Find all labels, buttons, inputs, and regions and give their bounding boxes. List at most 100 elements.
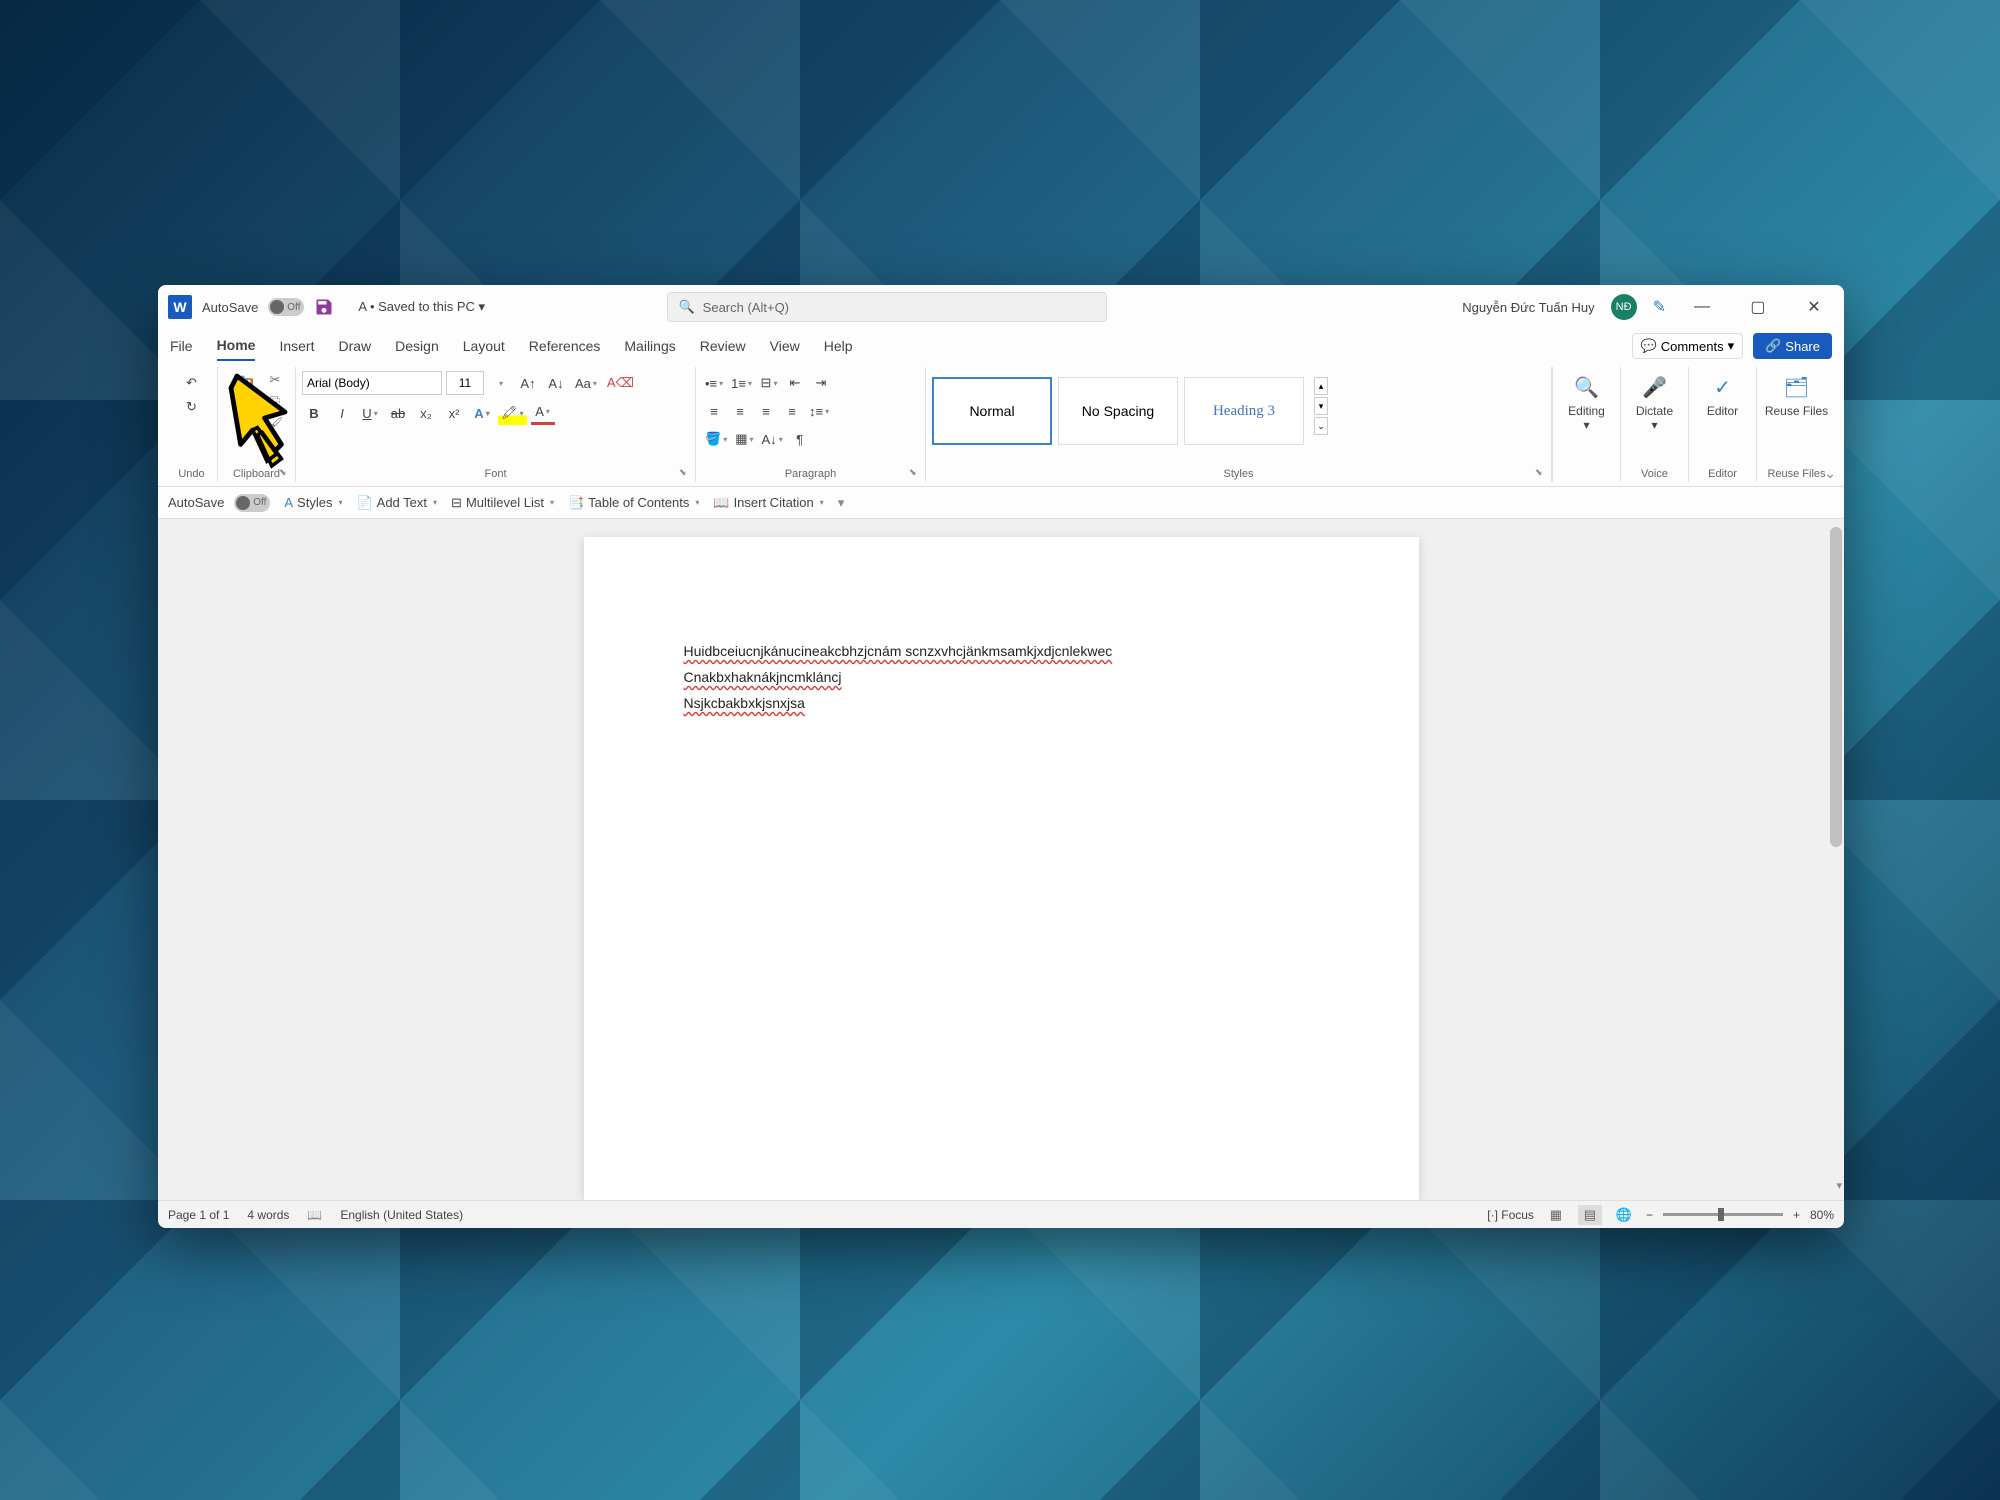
- zoom-out-button[interactable]: −: [1646, 1208, 1653, 1222]
- shrink-font-icon[interactable]: A↓: [544, 371, 568, 395]
- user-name[interactable]: Nguyễn Đức Tuấn Huy: [1462, 300, 1594, 315]
- line-spacing-icon[interactable]: ↕≡: [806, 399, 832, 423]
- close-button[interactable]: ✕: [1794, 292, 1834, 322]
- styles-up-icon[interactable]: ▴: [1314, 377, 1328, 395]
- font-expand-icon[interactable]: ⬊: [679, 467, 691, 479]
- grow-font-icon[interactable]: A↑: [516, 371, 540, 395]
- justify-icon[interactable]: ≡: [780, 399, 804, 423]
- bold-button[interactable]: B: [302, 401, 326, 425]
- show-marks-icon[interactable]: ¶: [788, 427, 812, 451]
- underline-button[interactable]: U: [358, 401, 382, 425]
- qat-citation[interactable]: 📖 Insert Citation: [713, 495, 823, 511]
- minimize-button[interactable]: —: [1682, 292, 1722, 322]
- indent-right-icon[interactable]: ⇥: [809, 371, 833, 395]
- bullets-icon[interactable]: •≡: [702, 371, 726, 395]
- qat-toc[interactable]: 📑 Table of Contents: [568, 495, 699, 511]
- page-count[interactable]: Page 1 of 1: [168, 1208, 229, 1222]
- sort-icon[interactable]: A↓: [759, 427, 786, 451]
- ribbon-collapse-icon[interactable]: ⌄: [1824, 465, 1836, 482]
- redo-button[interactable]: ↻: [172, 395, 211, 419]
- tab-home[interactable]: Home: [217, 331, 256, 361]
- highlight-icon[interactable]: 🖍: [498, 401, 527, 425]
- tab-layout[interactable]: Layout: [463, 332, 505, 360]
- qat-overflow-icon[interactable]: ▾: [838, 495, 845, 511]
- zoom-in-button[interactable]: +: [1793, 1208, 1800, 1222]
- share-button[interactable]: 🔗 Share: [1753, 333, 1832, 359]
- clipboard-expand-icon[interactable]: ⬊: [279, 467, 291, 479]
- dictate-button[interactable]: 🎤 Dictate▾ Voice: [1620, 367, 1688, 482]
- qat-add-text[interactable]: 📄 Add Text: [356, 495, 437, 511]
- tab-design[interactable]: Design: [395, 332, 439, 360]
- web-layout-icon[interactable]: 🌐: [1612, 1205, 1636, 1225]
- copy-icon[interactable]: ⎘: [266, 393, 284, 411]
- paragraph-expand-icon[interactable]: ⬊: [909, 467, 921, 479]
- document-title[interactable]: A • Saved to this PC ▾: [358, 299, 485, 315]
- document-line[interactable]: Nsjkcbakbxkjsnxjsa: [684, 695, 1319, 711]
- font-name-select[interactable]: [302, 371, 442, 395]
- document-area[interactable]: Huidbceiucnjkánucineakcbhzjcnám scnzxvhc…: [158, 519, 1844, 1200]
- spellcheck-icon[interactable]: 📖: [307, 1208, 322, 1222]
- superscript-button[interactable]: x²: [442, 401, 466, 425]
- text-effects-icon[interactable]: A: [470, 401, 494, 425]
- maximize-button[interactable]: ▢: [1738, 292, 1778, 322]
- tab-file[interactable]: File: [170, 332, 193, 360]
- search-input[interactable]: 🔍 Search (Alt+Q): [667, 292, 1107, 322]
- qat-multilevel[interactable]: ⊟ Multilevel List: [451, 495, 554, 511]
- clipboard-icon: 📋: [228, 375, 258, 404]
- align-right-icon[interactable]: ≡: [754, 399, 778, 423]
- tab-help[interactable]: Help: [824, 332, 853, 360]
- read-mode-icon[interactable]: ▦: [1544, 1205, 1568, 1225]
- tab-insert[interactable]: Insert: [279, 332, 314, 360]
- indent-left-icon[interactable]: ⇤: [783, 371, 807, 395]
- zoom-level[interactable]: 80%: [1810, 1208, 1834, 1222]
- strikethrough-button[interactable]: ab: [386, 401, 410, 425]
- pen-icon[interactable]: ✎: [1653, 297, 1666, 317]
- style-heading3[interactable]: Heading 3: [1184, 377, 1304, 445]
- editor-button[interactable]: ✓ Editor Editor: [1688, 367, 1756, 482]
- tab-mailings[interactable]: Mailings: [624, 332, 675, 360]
- align-center-icon[interactable]: ≡: [728, 399, 752, 423]
- font-size-select[interactable]: [446, 371, 484, 395]
- editing-button[interactable]: 🔍 Editing▾: [1552, 367, 1620, 482]
- document-line[interactable]: Cnakbxhaknákjncmkláncj: [684, 669, 1319, 685]
- qat-styles[interactable]: A Styles: [284, 495, 342, 510]
- format-painter-icon[interactable]: 🖌: [266, 415, 284, 433]
- numbering-icon[interactable]: 1≡: [728, 371, 755, 395]
- qat-autosave-toggle[interactable]: Off: [234, 494, 270, 512]
- borders-icon[interactable]: ▦: [732, 427, 756, 451]
- zoom-slider[interactable]: [1663, 1213, 1783, 1216]
- tab-draw[interactable]: Draw: [338, 332, 371, 360]
- tab-view[interactable]: View: [770, 332, 800, 360]
- clear-format-icon[interactable]: A⌫: [604, 371, 637, 395]
- align-left-icon[interactable]: ≡: [702, 399, 726, 423]
- subscript-button[interactable]: x₂: [414, 401, 438, 425]
- font-size-dropdown[interactable]: [488, 371, 512, 395]
- focus-mode[interactable]: [·] Focus: [1487, 1208, 1534, 1222]
- print-layout-icon[interactable]: ▤: [1578, 1205, 1602, 1225]
- change-case-icon[interactable]: Aa: [572, 371, 600, 395]
- multilevel-icon[interactable]: ⊟: [757, 371, 781, 395]
- tab-references[interactable]: References: [529, 332, 601, 360]
- font-color-icon[interactable]: A: [531, 401, 555, 425]
- comments-button[interactable]: 💬 Comments ▾: [1632, 333, 1744, 359]
- styles-more-icon[interactable]: ⌄: [1314, 417, 1328, 435]
- word-count[interactable]: 4 words: [247, 1208, 289, 1222]
- style-no-spacing[interactable]: No Spacing: [1058, 377, 1178, 445]
- document-page[interactable]: Huidbceiucnjkánucineakcbhzjcnám scnzxvhc…: [584, 537, 1419, 1200]
- style-normal[interactable]: Normal: [932, 377, 1052, 445]
- shading-icon[interactable]: 🪣: [702, 427, 730, 451]
- document-line[interactable]: Huidbceiucnjkánucineakcbhzjcnám scnzxvhc…: [684, 643, 1319, 659]
- language-status[interactable]: English (United States): [340, 1208, 463, 1222]
- save-icon[interactable]: [314, 297, 334, 317]
- autosave-toggle[interactable]: Off: [268, 298, 304, 316]
- italic-button[interactable]: I: [330, 401, 354, 425]
- user-avatar[interactable]: NĐ: [1611, 294, 1637, 320]
- paste-button[interactable]: 📋: [224, 371, 262, 433]
- vertical-scrollbar[interactable]: [1830, 527, 1842, 847]
- undo-button[interactable]: ↶: [172, 371, 211, 395]
- styles-expand-icon[interactable]: ⬊: [1535, 467, 1547, 479]
- scroll-down-icon[interactable]: ▾: [1836, 1179, 1842, 1192]
- tab-review[interactable]: Review: [700, 332, 746, 360]
- styles-down-icon[interactable]: ▾: [1314, 397, 1328, 415]
- cut-icon[interactable]: ✂: [266, 371, 284, 389]
